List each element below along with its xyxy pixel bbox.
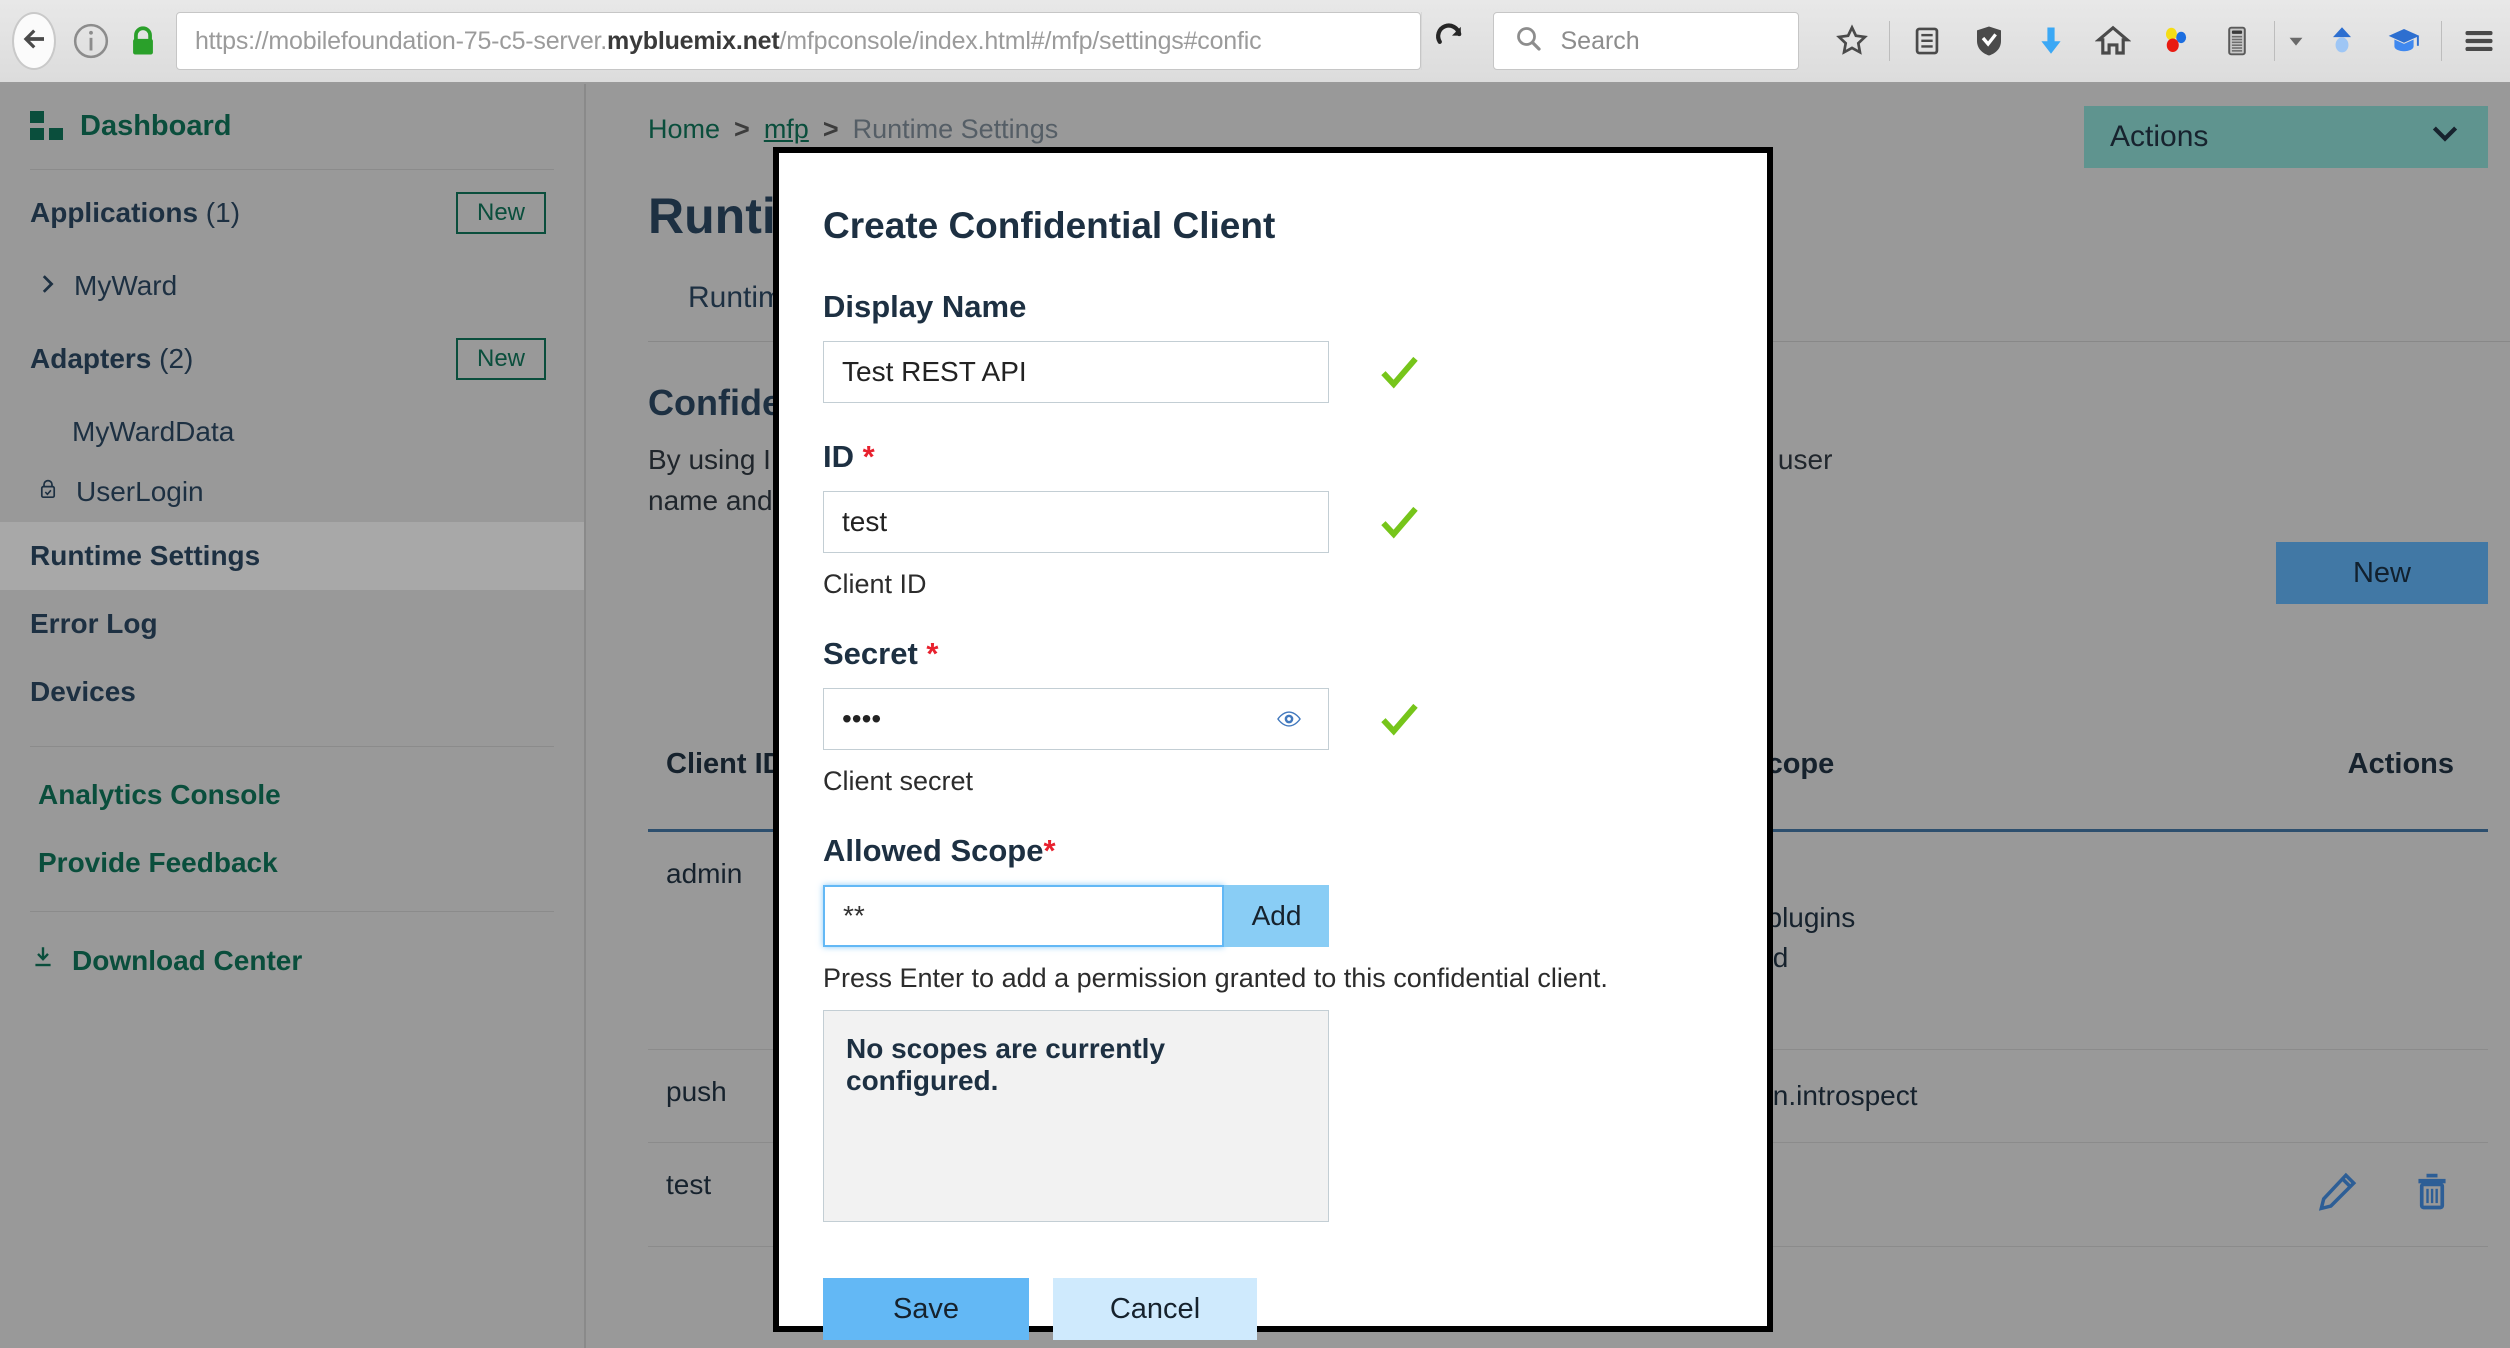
allowed-scope-hint: Press Enter to add a permission granted …: [823, 963, 1608, 993]
hamburger-menu-icon[interactable]: [2448, 10, 2510, 72]
secret-label: Secret *: [823, 636, 939, 671]
id-help-text: Client ID: [823, 569, 927, 599]
reload-icon: [1433, 22, 1467, 61]
toolbar-divider-3: [2441, 21, 2442, 61]
sync-icon[interactable]: [2311, 10, 2373, 72]
overflow-caret-icon[interactable]: [2281, 10, 2311, 72]
browser-toolbar-icons: [1821, 10, 2510, 72]
save-button[interactable]: Save: [823, 1278, 1029, 1340]
bookmark-star-icon[interactable]: [1821, 10, 1883, 72]
reading-list-icon[interactable]: [1896, 10, 1958, 72]
toolbar-divider-2: [2274, 21, 2275, 61]
balloons-icon[interactable]: [2144, 10, 2206, 72]
shield-icon[interactable]: [1958, 10, 2020, 72]
modal-title: Create Confidential Client: [823, 205, 1276, 246]
display-name-input[interactable]: [823, 341, 1329, 403]
id-label: ID *: [823, 439, 875, 474]
app-page: Dashboard Applications (1) New MyWard Ad…: [0, 84, 2510, 1348]
reload-button[interactable]: [1420, 12, 1478, 70]
secret-help-text: Client secret: [823, 766, 974, 796]
display-name-label: Display Name: [823, 289, 1027, 324]
toolbar-divider: [1889, 21, 1890, 61]
modal-footer-buttons: Save Cancel: [823, 1278, 1723, 1340]
ssl-lock-icon[interactable]: [126, 24, 160, 58]
url-text: https://mobilefoundation-75-c5-server.my…: [194, 26, 1262, 55]
create-confidential-client-modal: Create Confidential Client Display Name …: [773, 147, 1773, 1340]
back-button[interactable]: [12, 12, 56, 70]
modal-overlay: Create Confidential Client Display Name …: [0, 84, 2510, 1348]
field-display-name: Display Name: [823, 289, 1723, 403]
green-check-icon: [1377, 350, 1421, 394]
allowed-scope-label: Allowed Scope*: [823, 833, 1056, 868]
field-allowed-scope: Allowed Scope* Add Press Enter to add a …: [823, 833, 1723, 1222]
pocket-icon[interactable]: [2206, 10, 2268, 72]
eye-icon[interactable]: [1267, 704, 1311, 734]
search-placeholder: Search: [1560, 26, 1640, 55]
browser-toolbar: https://mobilefoundation-75-c5-server.my…: [0, 0, 2510, 84]
green-check-icon: [1377, 697, 1421, 741]
add-scope-button[interactable]: Add: [1224, 885, 1329, 947]
id-input[interactable]: [823, 491, 1329, 553]
page-info-icon[interactable]: [72, 22, 110, 60]
search-bar[interactable]: Search: [1493, 12, 1799, 70]
cancel-button[interactable]: Cancel: [1053, 1278, 1257, 1340]
home-icon[interactable]: [2082, 10, 2144, 72]
configured-scopes-list: No scopes are currently configured.: [823, 1010, 1329, 1222]
field-id: ID * Client ID: [823, 439, 1723, 600]
search-icon: [1514, 24, 1544, 59]
downloads-icon[interactable]: [2020, 10, 2082, 72]
green-check-icon: [1377, 500, 1421, 544]
back-arrow-icon: [19, 24, 49, 59]
empty-scopes-message: No scopes are currently configured.: [846, 1033, 1166, 1096]
secret-input[interactable]: [823, 688, 1329, 750]
graduation-cap-icon[interactable]: [2373, 10, 2435, 72]
allowed-scope-input[interactable]: [823, 885, 1224, 947]
url-bar[interactable]: https://mobilefoundation-75-c5-server.my…: [175, 12, 1421, 70]
field-secret: Secret * Client secret: [823, 636, 1723, 797]
